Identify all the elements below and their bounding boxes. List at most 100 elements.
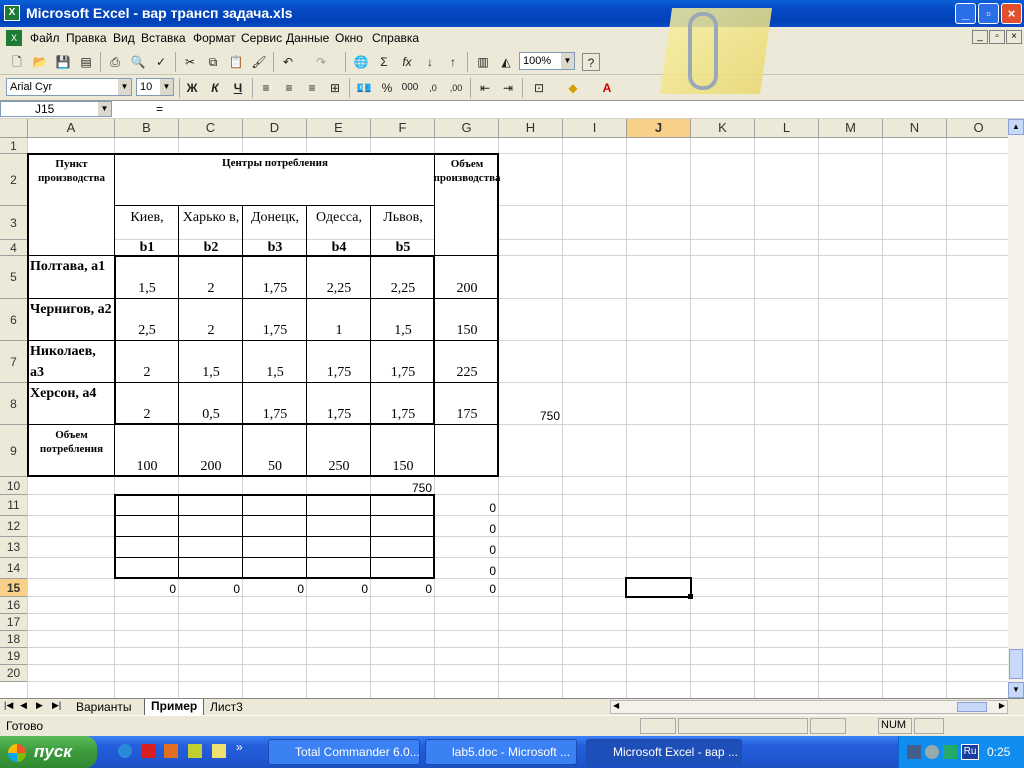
ie-icon[interactable] (118, 744, 132, 758)
row-header[interactable]: 11 (0, 495, 28, 516)
cell-punkt[interactable]: Пункт производства (28, 154, 115, 240)
menu-edit[interactable]: Правка (66, 31, 107, 45)
cell-consumption[interactable]: 250 (307, 425, 371, 477)
cell-consumption[interactable]: 150 (371, 425, 435, 477)
quicklaunch-icon[interactable] (212, 744, 226, 758)
active-cell-j15[interactable] (625, 577, 692, 598)
cell-cost[interactable]: 1 (307, 299, 371, 341)
cell-cost[interactable]: 1,75 (243, 256, 307, 299)
column-header[interactable]: D (243, 119, 307, 138)
undo-icon[interactable]: ↶ (279, 53, 297, 71)
print-preview-icon[interactable]: 🔍 (129, 53, 147, 71)
scroll-thumb[interactable] (1009, 649, 1023, 679)
doc-restore-button[interactable]: ▫ (989, 30, 1005, 44)
row-header[interactable]: 8 (0, 383, 28, 425)
thousands-button[interactable]: 000 (401, 79, 419, 97)
row-header[interactable]: 13 (0, 537, 28, 558)
cell-cost[interactable]: 2,25 (371, 256, 435, 299)
row-header[interactable]: 14 (0, 558, 28, 579)
horizontal-scrollbar[interactable]: ◀ ▶ (610, 700, 1008, 714)
column-header[interactable]: J (627, 119, 691, 138)
row-header[interactable]: 5 (0, 256, 28, 299)
menu-file[interactable]: Файл (30, 31, 60, 45)
cell-g-sum[interactable]: 0 (435, 495, 499, 516)
scroll-up-icon[interactable]: ▲ (1008, 119, 1024, 135)
column-header[interactable]: L (755, 119, 819, 138)
cell-city[interactable]: Львов, (371, 206, 435, 240)
cell-city[interactable]: Киев, (115, 206, 179, 240)
clippy-icon[interactable] (688, 12, 718, 90)
column-header[interactable]: C (179, 119, 243, 138)
chart-wizard-icon[interactable]: ▥ (474, 53, 492, 71)
menu-data[interactable]: Данные (286, 31, 329, 45)
underline-button[interactable]: Ч (229, 79, 247, 97)
cell-bcode[interactable]: b1 (115, 240, 179, 256)
cell-city[interactable]: Одесса, (307, 206, 371, 240)
cell-source[interactable]: Чернигов, а2 (28, 299, 115, 341)
column-header[interactable]: I (563, 119, 627, 138)
row-header[interactable]: 2 (0, 154, 28, 206)
cell-cost[interactable]: 2 (115, 341, 179, 383)
quicklaunch-icon[interactable] (188, 744, 202, 758)
scroll-down-icon[interactable]: ▼ (1008, 682, 1024, 698)
cell-volume-prod[interactable]: Объем производства (433, 154, 501, 240)
cell-cost[interactable]: 2 (115, 383, 179, 425)
cell-bcode[interactable]: b2 (179, 240, 243, 256)
cell-row15[interactable]: 0 (371, 579, 435, 597)
zoom-select[interactable]: 100% ▼ (519, 52, 575, 70)
hscroll-thumb[interactable] (957, 702, 987, 712)
column-header[interactable]: F (371, 119, 435, 138)
cell-row15[interactable]: 0 (243, 579, 307, 597)
cell-cost[interactable]: 1,5 (179, 341, 243, 383)
paste-icon[interactable]: 📋 (227, 53, 245, 71)
cell-row15[interactable]: 0 (115, 579, 179, 597)
column-header[interactable]: G (435, 119, 499, 138)
cell-cost[interactable]: 2,5 (115, 299, 179, 341)
language-indicator[interactable]: Ru (961, 744, 979, 760)
column-header[interactable]: K (691, 119, 755, 138)
task-word[interactable]: lab5.doc - Microsoft ... (425, 739, 577, 765)
cell-city[interactable]: Харько в, (179, 206, 243, 240)
column-header[interactable]: O (947, 119, 1008, 138)
redo-icon[interactable]: ↷ (312, 53, 330, 71)
cell-source[interactable]: Херсон, а4 (28, 383, 115, 425)
cell-g-sum[interactable]: 0 (435, 516, 499, 537)
spelling-icon[interactable]: ✓ (152, 53, 170, 71)
function-icon[interactable]: fx (398, 53, 416, 71)
print-icon[interactable]: ⎙ (106, 53, 124, 71)
column-header[interactable]: A (28, 119, 115, 138)
close-button[interactable]: × (1001, 3, 1022, 24)
copy-icon[interactable]: ⧉ (204, 53, 222, 71)
cell-bcode[interactable]: b5 (371, 240, 435, 256)
cell-row15[interactable]: 0 (179, 579, 243, 597)
cell-cost[interactable]: 1,5 (243, 341, 307, 383)
cell-cost[interactable]: 2 (179, 256, 243, 299)
column-header[interactable]: N (883, 119, 947, 138)
row-header[interactable]: 4 (0, 240, 28, 256)
format-painter-icon[interactable]: 🖌 (250, 53, 268, 71)
cell-city[interactable]: Донецк, (243, 206, 307, 240)
cell-cost[interactable]: 1,75 (243, 299, 307, 341)
tab-list3[interactable]: Лист3 (210, 700, 243, 714)
cell-bcode[interactable]: b4 (307, 240, 371, 256)
save-icon[interactable]: 💾 (54, 53, 72, 71)
row-header[interactable]: 20 (0, 665, 28, 682)
sort-descending-icon[interactable]: ↑ (444, 53, 462, 71)
cell-bcode[interactable]: b3 (243, 240, 307, 256)
drawing-icon[interactable]: ◭ (497, 53, 515, 71)
menu-tools[interactable]: Сервис (241, 31, 282, 45)
scroll-left-icon[interactable]: ◀ (613, 701, 619, 710)
menu-view[interactable]: Вид (113, 31, 135, 45)
autosum-icon[interactable]: Σ (375, 53, 393, 71)
percent-button[interactable]: % (378, 79, 396, 97)
column-header[interactable]: M (819, 119, 883, 138)
decrease-decimal-icon[interactable]: ,00 (447, 79, 465, 97)
cell-row15[interactable]: 0 (435, 579, 499, 597)
cell-source[interactable]: Николаев, а3 (28, 341, 115, 383)
row-header[interactable]: 19 (0, 648, 28, 665)
task-total-commander[interactable]: Total Commander 6.0... (268, 739, 420, 765)
cell-cost[interactable]: 0,5 (179, 383, 243, 425)
cell-cost[interactable]: 1,5 (115, 256, 179, 299)
tray-app-icon[interactable] (943, 745, 957, 759)
increase-indent-icon[interactable]: ⇥ (499, 79, 517, 97)
